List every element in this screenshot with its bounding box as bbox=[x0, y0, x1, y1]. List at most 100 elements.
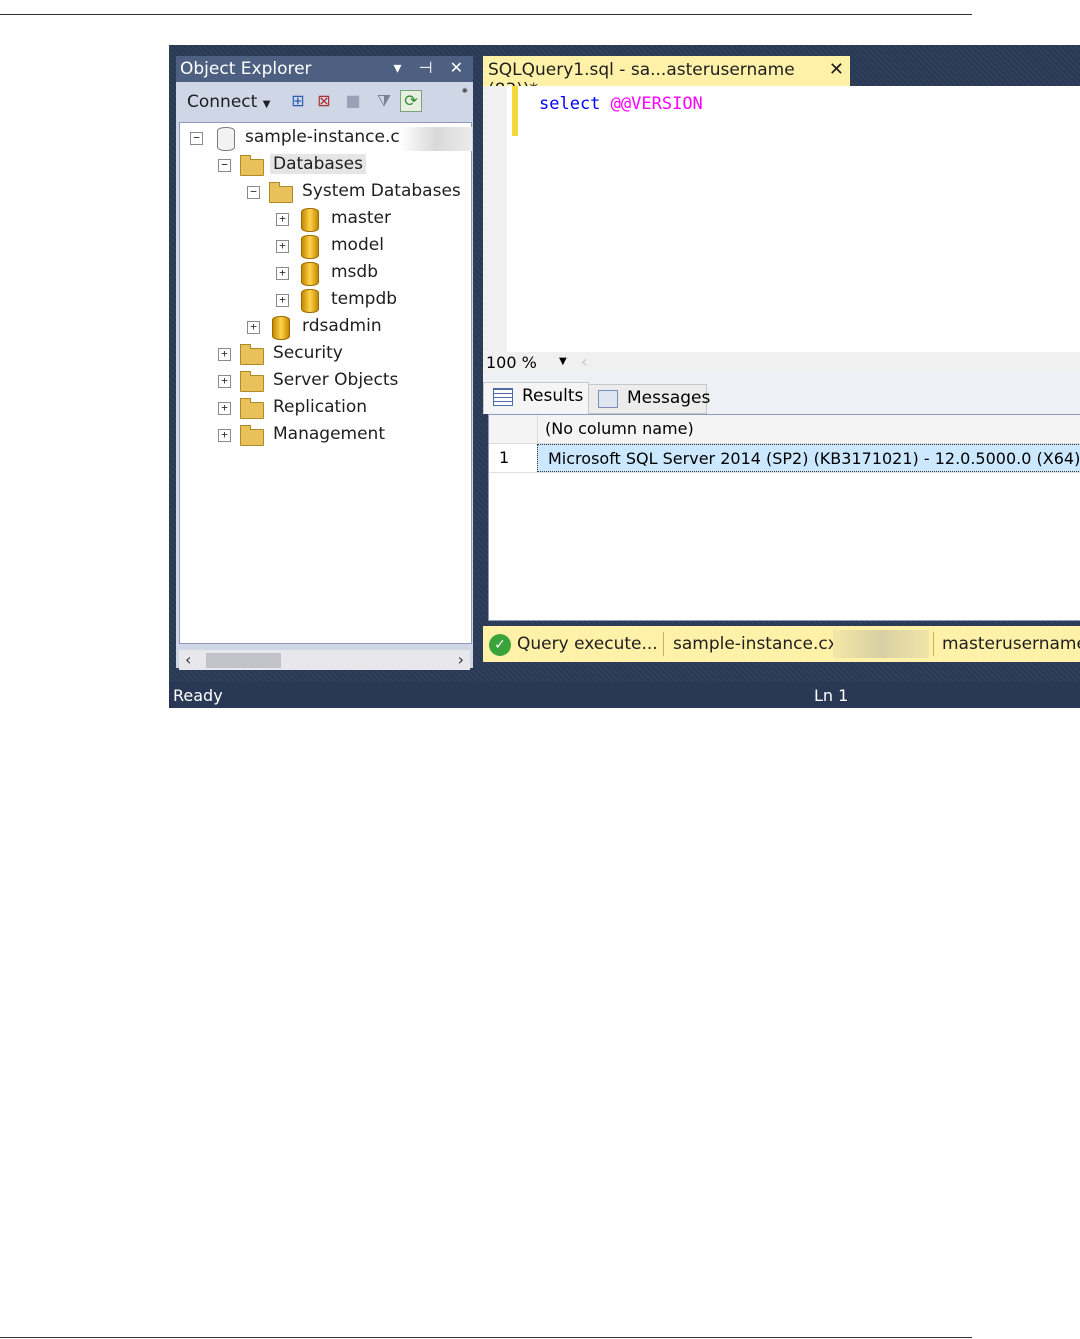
zoom-select[interactable]: 100 % bbox=[486, 353, 537, 372]
close-icon[interactable]: ✕ bbox=[829, 59, 844, 80]
expand-icon[interactable]: + bbox=[218, 429, 231, 442]
folder-icon bbox=[240, 343, 264, 365]
results-grid-icon bbox=[493, 388, 513, 406]
tree-item-label: Replication bbox=[273, 397, 368, 417]
object-explorer-tree: − sample-instance.cxy − Databases − Syst… bbox=[179, 122, 472, 644]
success-check-icon: ✓ bbox=[489, 634, 511, 656]
database-icon bbox=[298, 235, 322, 259]
scroll-left-icon[interactable]: ‹ bbox=[581, 352, 587, 371]
tree-item-msdb[interactable]: + msdb bbox=[276, 261, 466, 287]
refresh-icon[interactable]: ⟳ bbox=[400, 90, 422, 112]
database-icon bbox=[269, 316, 293, 340]
tree-item-server-objects[interactable]: + Server Objects bbox=[218, 369, 466, 395]
page-top-rule bbox=[0, 14, 972, 15]
divider bbox=[933, 632, 934, 656]
chevron-down-icon: ▼ bbox=[262, 99, 271, 110]
tab-results[interactable]: Results bbox=[483, 382, 589, 413]
redacted-hostname bbox=[833, 630, 929, 658]
tree-item-label: Databases bbox=[270, 154, 366, 174]
login-name: masterusername ( bbox=[942, 634, 1080, 654]
folder-icon bbox=[269, 181, 293, 203]
tree-item-label: master bbox=[331, 208, 391, 228]
result-tabs: Results Messages bbox=[483, 372, 1080, 414]
tree-item-label: tempdb bbox=[331, 289, 398, 309]
grid-corner[interactable] bbox=[489, 415, 538, 443]
divider bbox=[663, 632, 664, 656]
folder-icon bbox=[240, 397, 264, 419]
server-name: sample-instance.cxy bbox=[673, 634, 848, 654]
expand-icon[interactable]: + bbox=[218, 375, 231, 388]
sql-function: @@VERSION bbox=[610, 94, 703, 114]
database-icon bbox=[298, 289, 322, 313]
tree-item-master[interactable]: + master bbox=[276, 207, 466, 233]
results-grid: (No column name) 1 Microsoft SQL Server … bbox=[488, 414, 1080, 621]
tree-item-label: sample-instance.cxy bbox=[245, 127, 420, 147]
table-row[interactable]: 1 Microsoft SQL Server 2014 (SP2) (KB317… bbox=[489, 444, 1080, 473]
cell-value: Microsoft SQL Server 2014 (SP2) (KB31710… bbox=[548, 449, 1080, 468]
expand-icon[interactable]: + bbox=[218, 402, 231, 415]
object-explorer-titlebar: Object Explorer ▾ ⊣ ✕ bbox=[176, 56, 473, 82]
object-explorer-title: Object Explorer bbox=[180, 59, 312, 79]
chevron-down-icon[interactable]: ▼ bbox=[559, 356, 567, 367]
tab-sqlquery1[interactable]: SQLQuery1.sql - sa...asterusername (83))… bbox=[483, 56, 850, 100]
redacted-hostname bbox=[400, 127, 472, 151]
tree-item-label: rdsadmin bbox=[302, 316, 382, 336]
expand-icon[interactable]: + bbox=[247, 321, 260, 334]
scroll-left-icon[interactable]: ‹ bbox=[185, 650, 191, 669]
connect-button[interactable]: Connect ▼ bbox=[187, 92, 270, 112]
tree-item-server[interactable]: − sample-instance.cxy bbox=[190, 126, 472, 152]
stop-icon[interactable]: ■ bbox=[342, 90, 364, 112]
tree-item-databases[interactable]: − Databases bbox=[218, 153, 466, 179]
expand-icon[interactable]: + bbox=[276, 213, 289, 226]
change-marker bbox=[512, 86, 518, 136]
tree-item-management[interactable]: + Management bbox=[218, 423, 466, 449]
toolbar-overflow-icon[interactable]: ⁕ bbox=[461, 86, 469, 97]
expand-icon[interactable]: + bbox=[276, 294, 289, 307]
query-editor[interactable]: select @@VERSION bbox=[483, 86, 1080, 352]
tree-item-model[interactable]: + model bbox=[276, 234, 466, 260]
collapse-icon[interactable]: − bbox=[190, 132, 203, 145]
panel-window-buttons[interactable]: ▾ ⊣ ✕ bbox=[393, 58, 469, 77]
object-explorer-panel: Object Explorer ▾ ⊣ ✕ Connect ▼ ⊞ ⊠ ■ ⧩ … bbox=[176, 56, 473, 670]
tree-item-rdsadmin[interactable]: + rdsadmin bbox=[247, 315, 466, 341]
result-cell[interactable]: Microsoft SQL Server 2014 (SP2) (KB31710… bbox=[537, 444, 1080, 472]
scrollbar-thumb[interactable] bbox=[206, 653, 281, 668]
tab-messages[interactable]: Messages bbox=[588, 384, 711, 414]
tree-item-replication[interactable]: + Replication bbox=[218, 396, 466, 422]
connect-server-icon[interactable]: ⊞ bbox=[287, 90, 309, 112]
status-text: Ready bbox=[173, 686, 223, 705]
app-status-bar: Ready Ln 1 bbox=[169, 682, 1080, 708]
tree-item-tempdb[interactable]: + tempdb bbox=[276, 288, 466, 314]
tree-item-label: Management bbox=[273, 424, 385, 444]
tree-item-label: model bbox=[331, 235, 384, 255]
server-icon bbox=[214, 127, 238, 151]
page-bottom-rule bbox=[0, 1337, 972, 1338]
tree-item-label: Security bbox=[273, 343, 343, 363]
scroll-right-icon[interactable]: › bbox=[458, 650, 464, 669]
database-icon bbox=[298, 208, 322, 232]
collapse-icon[interactable]: − bbox=[218, 159, 231, 172]
expand-icon[interactable]: + bbox=[276, 240, 289, 253]
expand-icon[interactable]: + bbox=[276, 267, 289, 280]
disconnect-icon[interactable]: ⊠ bbox=[313, 90, 335, 112]
column-header[interactable]: (No column name) bbox=[545, 419, 694, 438]
filter-icon[interactable]: ⧩ bbox=[373, 90, 395, 112]
connect-label: Connect bbox=[187, 92, 258, 112]
tree-item-label: msdb bbox=[331, 262, 378, 282]
sql-keyword: select bbox=[539, 94, 601, 114]
expand-icon[interactable]: + bbox=[218, 348, 231, 361]
collapse-icon[interactable]: − bbox=[247, 186, 260, 199]
horizontal-scrollbar[interactable]: ‹ › bbox=[179, 650, 470, 670]
folder-icon bbox=[240, 370, 264, 392]
code-line: select @@VERSION bbox=[539, 94, 703, 114]
tree-item-security[interactable]: + Security bbox=[218, 342, 466, 368]
zoom-bar: 100 % ▼ ‹ bbox=[483, 352, 1080, 372]
tab-label: Messages bbox=[627, 388, 711, 408]
query-status-message: Query execute... bbox=[517, 634, 658, 654]
grid-header: (No column name) bbox=[489, 415, 1080, 444]
database-icon bbox=[298, 262, 322, 286]
row-number: 1 bbox=[499, 448, 510, 467]
line-indicator: Ln 1 bbox=[814, 686, 849, 705]
object-explorer-toolbar: Connect ▼ ⊞ ⊠ ■ ⧩ ⟳ ⁕ bbox=[176, 82, 473, 118]
tree-item-system-databases[interactable]: − System Databases bbox=[247, 180, 466, 206]
